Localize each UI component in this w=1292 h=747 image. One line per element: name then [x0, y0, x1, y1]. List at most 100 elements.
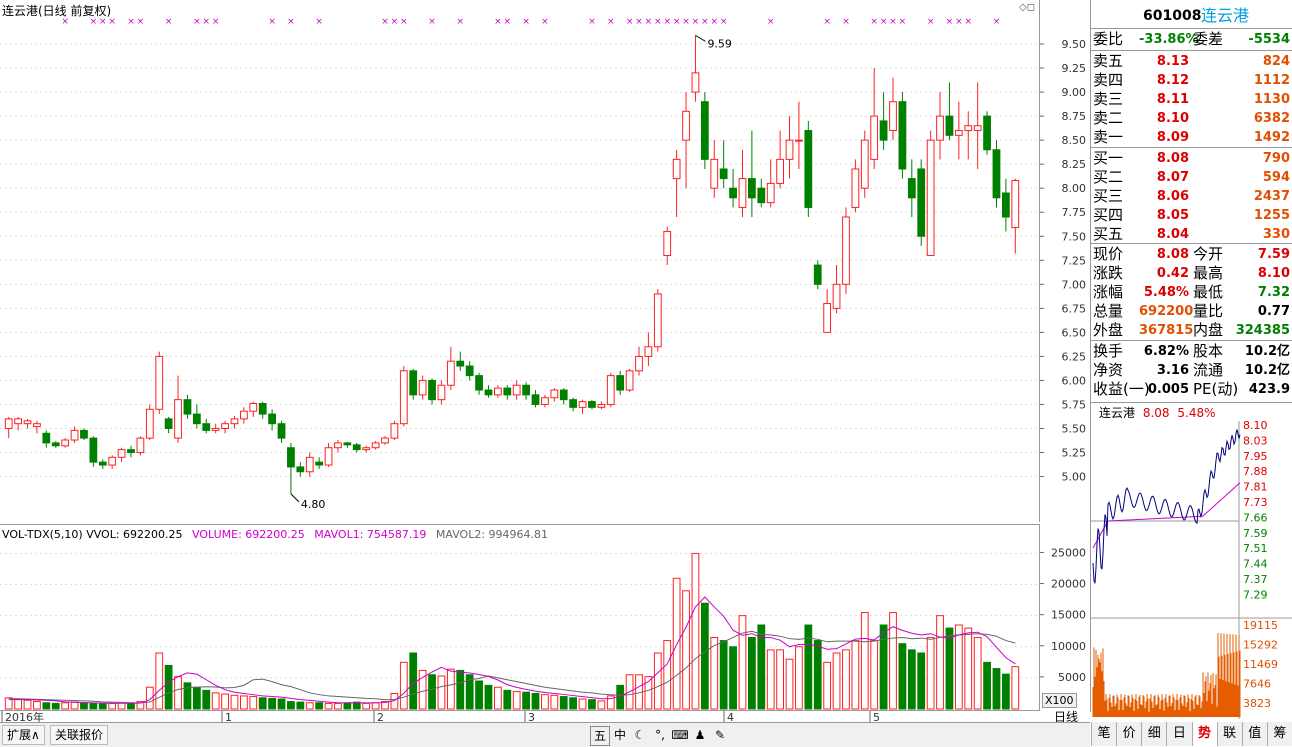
- volume-bar: [917, 652, 926, 710]
- candle-body: [973, 125, 982, 132]
- bottom-toolbar: 扩展∧ 关联报价 五 中 ☾ °, ⌨ ♟ ✎: [0, 722, 1090, 747]
- mini-price-line: [1092, 429, 1241, 584]
- dots-icon[interactable]: °,: [651, 726, 669, 744]
- tab-日[interactable]: 日: [1166, 722, 1192, 746]
- candle-body: [381, 437, 389, 444]
- stat-value: 7.59: [1257, 247, 1290, 262]
- volume-bar: [1002, 673, 1010, 710]
- volume-bar: [954, 624, 963, 710]
- signal-mark: ×: [456, 17, 464, 27]
- volume-bar: [842, 649, 850, 710]
- signal-mark: ×: [635, 17, 643, 27]
- kline-chart[interactable]: 连云港(日线 前复权) ◇◻ × × × × × × × × × × × × × × × × × × × × × × × × ×…: [0, 0, 1040, 522]
- tab-势[interactable]: 势: [1191, 722, 1217, 746]
- candle-body: [531, 394, 540, 405]
- candle-body: [136, 437, 145, 454]
- volume-bar: [192, 686, 201, 710]
- price-tick-label: 8.75: [1062, 110, 1087, 123]
- candle-body: [606, 375, 615, 405]
- related-quote-button[interactable]: 关联报价: [50, 725, 109, 745]
- period-label[interactable]: 日线: [1042, 710, 1090, 724]
- candle-body: [842, 216, 850, 285]
- tab-值[interactable]: 值: [1241, 722, 1267, 746]
- candle-body: [860, 139, 869, 189]
- ask-row: 卖五 8.13 824: [1091, 52, 1292, 71]
- ask-price: 8.13: [1156, 54, 1189, 69]
- price-tick-label: 8.50: [1062, 134, 1087, 147]
- candle-body: [33, 423, 41, 428]
- signal-mark: ×: [99, 17, 107, 27]
- candle-body: [663, 230, 672, 256]
- stat-label: 今开: [1193, 245, 1224, 263]
- ask-row: 卖一 8.09 1492: [1091, 128, 1292, 147]
- volume-bar: [936, 615, 944, 710]
- signal-mark: ×: [268, 17, 276, 27]
- ask-volume: 6382: [1253, 111, 1290, 126]
- tab-细[interactable]: 细: [1141, 722, 1167, 746]
- volume-bar: [907, 649, 916, 710]
- mini-vol-tick: 7646: [1243, 678, 1271, 691]
- candle-body: [578, 401, 587, 408]
- volume-bar: [98, 703, 107, 710]
- price-tick-label: 5.00: [1062, 471, 1087, 484]
- candle-body: [418, 379, 427, 396]
- candle-body: [117, 449, 126, 458]
- volume-bar: [945, 627, 954, 710]
- stat-row: 总量 692200 量比 0.77: [1091, 302, 1292, 321]
- volume-bar: [456, 669, 465, 710]
- wrench-icon[interactable]: ✎: [711, 726, 729, 744]
- volume-bar: [108, 702, 117, 710]
- signal-mark: ×: [682, 17, 690, 27]
- price-tick-label: 9.00: [1062, 86, 1087, 99]
- intraday-mini-chart[interactable]: 连云港 8.08 5.48% 8.10 8.03 7.95 7.88 7.81 7.73 7…: [1091, 402, 1292, 721]
- volume-bar: [155, 652, 164, 710]
- candle-body: [748, 178, 756, 199]
- ask-row: 卖二 8.10 6382: [1091, 109, 1292, 128]
- mini-avg-line: [1092, 482, 1241, 549]
- moon-icon[interactable]: ☾: [631, 726, 649, 744]
- volume-bar: [776, 649, 784, 710]
- volume-bar: [964, 627, 973, 710]
- ask-row: 卖四 8.12 1112: [1091, 71, 1292, 90]
- candle-body: [409, 370, 418, 396]
- tab-联[interactable]: 联: [1216, 722, 1242, 746]
- candle-body: [174, 399, 182, 439]
- candle-body: [399, 370, 408, 425]
- person-icon[interactable]: ♟: [691, 726, 709, 744]
- chinese-icon[interactable]: 中: [611, 726, 629, 744]
- candle-body: [954, 130, 963, 136]
- stat-value: 5.48%: [1143, 285, 1189, 300]
- expand-button[interactable]: 扩展∧: [2, 725, 45, 745]
- candle-body: [700, 101, 709, 160]
- candle-body: [98, 461, 107, 466]
- bid-price: 8.06: [1156, 189, 1189, 204]
- volume-bar: [823, 661, 832, 710]
- volume-bar: [371, 702, 380, 710]
- keyboard-icon[interactable]: ⌨: [671, 726, 689, 744]
- candle-body: [992, 149, 1001, 199]
- mini-price-tick: 7.59: [1243, 527, 1268, 540]
- stat-value: 10.2亿: [1244, 363, 1290, 378]
- volume-bar: [42, 702, 51, 710]
- volume-bar: [61, 702, 70, 710]
- volume-bar: [729, 646, 737, 710]
- mini-price-tick: 7.37: [1243, 573, 1268, 586]
- candle-body: [983, 115, 991, 151]
- stat-label: 量比: [1193, 302, 1224, 320]
- candle-body: [1011, 180, 1020, 229]
- signal-mark: ×: [315, 17, 323, 27]
- tab-筹[interactable]: 筹: [1266, 722, 1292, 746]
- signal-mark: ×: [212, 17, 220, 27]
- signal-mark: ×: [193, 17, 201, 27]
- tab-价[interactable]: 价: [1116, 722, 1142, 746]
- bid-label: 买一: [1093, 149, 1124, 167]
- tab-笔[interactable]: 笔: [1091, 722, 1117, 746]
- candle-body: [738, 178, 747, 208]
- candle-body: [221, 423, 229, 429]
- five-icon[interactable]: 五: [590, 726, 610, 746]
- stat-value: 8.08: [1156, 247, 1189, 262]
- volume-chart[interactable]: VOL-TDX(5,10) VVOL: 692200.25 VOLUME: 69…: [0, 524, 1040, 710]
- candle-body: [757, 187, 766, 204]
- signal-mark: ×: [287, 17, 295, 27]
- candle-body: [541, 397, 549, 405]
